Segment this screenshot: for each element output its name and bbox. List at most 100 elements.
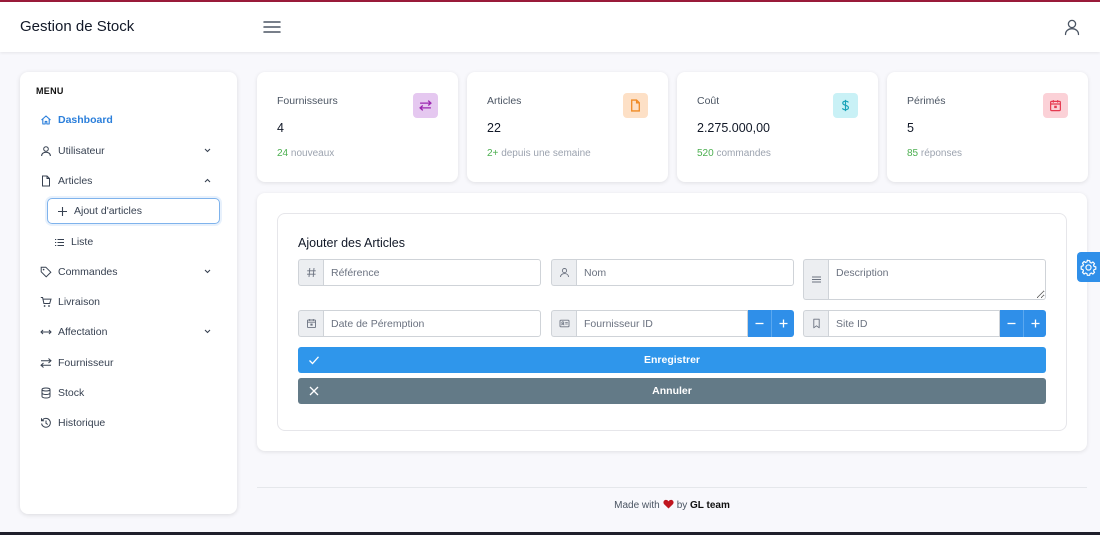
fournisseur-id-input[interactable]	[576, 310, 748, 337]
article-form: Ajouter des Articles Référence Nom Descr…	[277, 213, 1067, 431]
close-icon	[308, 385, 320, 397]
fournisseur-id-decrement-button[interactable]	[748, 310, 771, 337]
transfer-icon	[40, 357, 52, 369]
stat-footnote: 24 nouveaux	[277, 148, 334, 159]
stat-label: Fournisseurs	[277, 95, 338, 107]
fournisseur-id-increment-button[interactable]	[771, 310, 794, 337]
reference-field-group	[298, 259, 541, 286]
sidebar-item-ajout-articles[interactable]: Ajout d'articles	[47, 198, 220, 224]
sidebar-item-stock[interactable]: Stock	[40, 382, 220, 404]
sidebar-item-liste[interactable]: Liste	[54, 231, 214, 253]
sidebar-item-commandes[interactable]: Commandes	[40, 261, 220, 283]
sidebar-item-label: Historique	[58, 417, 106, 429]
stat-foot-highlight: 520	[697, 148, 714, 159]
site-id-decrement-button[interactable]	[1000, 310, 1023, 337]
file-icon	[623, 93, 648, 118]
sidebar-item-label: Stock	[58, 387, 85, 399]
history-icon	[40, 417, 52, 429]
dollar-icon	[833, 93, 858, 118]
cancel-button-label: Annuler	[652, 385, 692, 397]
user-icon[interactable]	[1063, 18, 1081, 36]
site-id-field-group	[803, 310, 1046, 337]
stat-foot-highlight: 85	[907, 148, 919, 159]
top-bar: Gestion de Stock	[0, 2, 1100, 52]
sidebar-item-dashboard[interactable]: Dashboard	[40, 109, 220, 131]
stat-foot-highlight: 2+	[487, 148, 499, 159]
date-peremption-field-group	[298, 310, 541, 337]
footer-by: by	[676, 500, 688, 511]
sidebar-item-livraison[interactable]: Livraison	[40, 291, 220, 313]
sidebar-item-fournisseur[interactable]: Fournisseur	[40, 352, 220, 374]
sidebar-item-label: Ajout d'articles	[74, 205, 142, 217]
sidebar-item-label: Affectation	[58, 326, 108, 338]
description-field-group	[803, 259, 1046, 300]
stat-value: 4	[277, 121, 284, 135]
stat-foot-text: nouveaux	[290, 148, 335, 159]
tag-icon	[40, 266, 52, 278]
stat-footnote: 2+ depuis une semaine	[487, 148, 591, 159]
stat-card-perimes: Périmés 5 85 réponses	[887, 72, 1088, 182]
stat-value: 22	[487, 121, 501, 135]
gear-icon	[1080, 259, 1097, 276]
bookmark-icon	[803, 310, 828, 337]
nom-input[interactable]	[576, 259, 794, 286]
stat-foot-text: depuis une semaine	[501, 148, 591, 159]
description-textarea[interactable]	[828, 259, 1046, 300]
stat-card-fournisseurs: Fournisseurs 4 24 nouveaux	[257, 72, 458, 182]
stat-foot-text: commandes	[716, 148, 771, 159]
nom-field-group	[551, 259, 794, 286]
sidebar-item-affectation[interactable]: Affectation	[40, 321, 220, 343]
plus-icon	[1031, 319, 1039, 328]
sidebar: MENU Dashboard Utilisateur Articles Ajou…	[20, 72, 237, 514]
reference-input[interactable]	[323, 259, 541, 286]
list-icon	[54, 237, 65, 248]
sidebar-item-utilisateur[interactable]: Utilisateur	[40, 140, 220, 162]
stat-foot-highlight: 24	[277, 148, 289, 159]
stat-foot-text: réponses	[920, 148, 963, 159]
stat-value: 5	[907, 121, 914, 135]
stat-footnote: 85 réponses	[907, 148, 962, 159]
sidebar-item-articles[interactable]: Articles	[40, 170, 220, 192]
calendar-icon	[298, 310, 323, 337]
calendar-icon	[1043, 93, 1068, 118]
save-button[interactable]: Enregistrer	[298, 347, 1046, 373]
minus-icon	[1007, 322, 1016, 325]
cancel-button[interactable]: Annuler	[298, 378, 1046, 404]
site-id-increment-button[interactable]	[1023, 310, 1046, 337]
form-title: Ajouter des Articles	[298, 236, 405, 250]
article-form-panel: Ajouter des Articles Référence Nom Descr…	[257, 193, 1087, 451]
hamburger-icon[interactable]	[263, 20, 281, 34]
stat-label: Articles	[487, 95, 522, 107]
stat-card-articles: Articles 22 2+ depuis une semaine	[467, 72, 668, 182]
sidebar-item-label: Commandes	[58, 266, 118, 278]
plus-icon	[57, 206, 68, 217]
app-title: Gestion de Stock	[20, 18, 135, 35]
arrows-horizontal-icon	[40, 326, 52, 338]
sidebar-item-label: Fournisseur	[58, 357, 114, 369]
database-icon	[40, 387, 52, 399]
stat-value: 2.275.000,00	[697, 121, 770, 135]
sidebar-item-historique[interactable]: Historique	[40, 412, 220, 434]
date-peremption-input[interactable]	[323, 310, 541, 337]
home-icon	[40, 114, 52, 126]
chevron-down-icon	[203, 146, 212, 155]
settings-toggle-button[interactable]	[1077, 252, 1100, 282]
stat-label: Périmés	[907, 95, 946, 107]
footer-made-with: Made with	[614, 500, 660, 511]
check-icon	[308, 354, 320, 366]
sidebar-item-label: Dashboard	[58, 114, 113, 126]
sidebar-item-label: Liste	[71, 236, 94, 248]
stat-label: Coût	[697, 95, 720, 107]
site-id-input[interactable]	[828, 310, 1000, 337]
sidebar-item-label: Articles	[58, 175, 93, 187]
id-card-icon	[551, 310, 576, 337]
footer-team: GL team	[690, 500, 730, 511]
sidebar-heading: MENU	[36, 86, 64, 96]
user-icon	[40, 145, 52, 157]
lines-icon	[803, 259, 828, 300]
sidebar-item-label: Livraison	[58, 296, 101, 308]
plus-icon	[779, 319, 787, 328]
minus-icon	[755, 322, 764, 325]
user-icon	[551, 259, 576, 286]
footer-divider	[257, 487, 1087, 488]
